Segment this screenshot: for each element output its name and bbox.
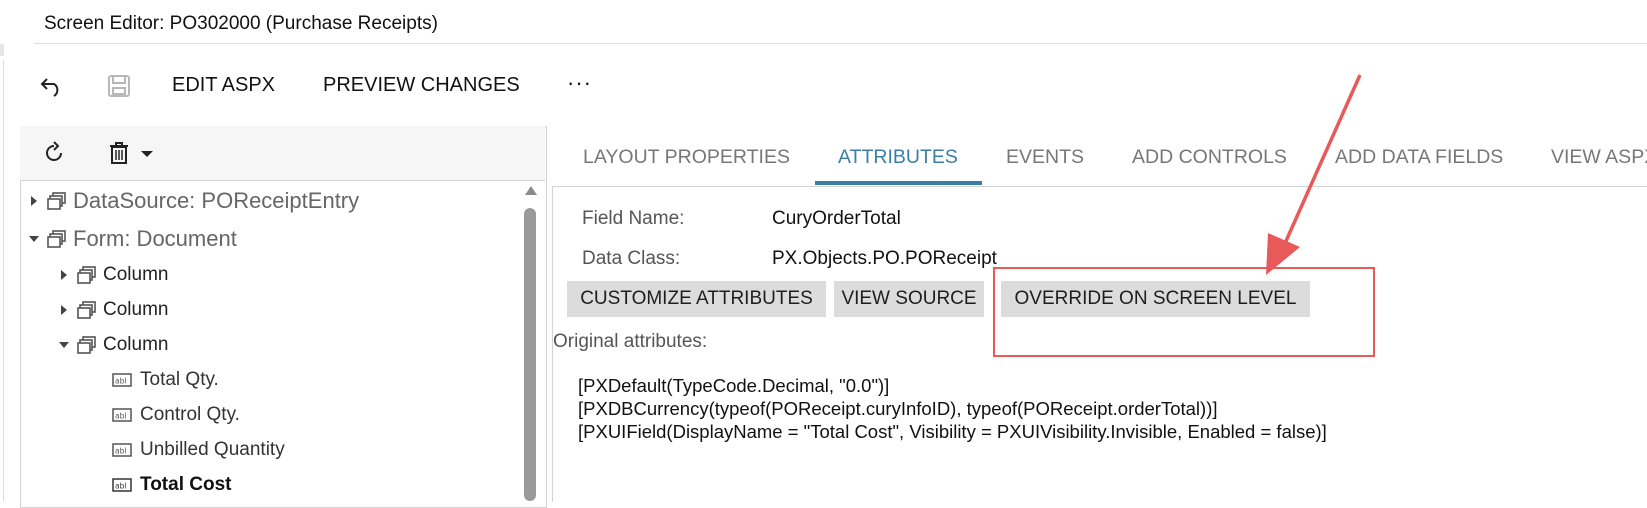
title-divider <box>34 43 1647 44</box>
tree-item-label: Total Qty. <box>140 369 219 390</box>
tree-item-label: Total Cost <box>140 474 232 495</box>
preview-changes-button[interactable]: PREVIEW CHANGES <box>323 74 520 97</box>
tree-item-field[interactable]: abl Unbilled Quantity <box>112 439 285 461</box>
view-source-button[interactable]: VIEW SOURCE <box>834 281 984 317</box>
tree-item-datasource[interactable]: DataSource: POReceiptEntry <box>27 188 359 214</box>
container-icon <box>77 266 96 284</box>
left-edge-marker <box>0 44 4 56</box>
annotation-arrow-icon <box>1266 74 1362 275</box>
text-field-icon: abl <box>112 478 132 492</box>
svg-text:abl: abl <box>115 377 126 386</box>
svg-text:abl: abl <box>115 482 126 491</box>
tree-item-form-document[interactable]: Form: Document <box>27 226 237 252</box>
tree-toolbar <box>20 126 545 181</box>
scroll-up-icon[interactable] <box>525 186 537 195</box>
caret-right-icon[interactable] <box>57 303 71 317</box>
tree-item-label: DataSource: POReceiptEntry <box>73 188 360 213</box>
tree-item-label: Form: Document <box>73 226 237 251</box>
left-edge-strip <box>0 60 4 501</box>
container-icon <box>47 230 66 248</box>
scrollbar-thumb[interactable] <box>524 208 536 501</box>
container-icon <box>77 336 96 354</box>
tree-item-field[interactable]: abl Total Qty. <box>112 369 219 391</box>
attribute-code-line: [PXUIField(DisplayName = "Total Cost", V… <box>578 421 1327 442</box>
tree-item-column[interactable]: Column <box>57 264 168 286</box>
tree-item-label: Column <box>103 299 169 320</box>
data-class-label: Data Class: <box>582 248 681 269</box>
tree-item-field-selected[interactable]: abl Total Cost <box>112 474 231 496</box>
attribute-code-line: [PXDBCurrency(typeof(POReceipt.curyInfoI… <box>578 398 1218 419</box>
tree-item-field[interactable]: abl Control Qty. <box>112 404 240 426</box>
more-options-button[interactable]: ··· <box>567 70 592 96</box>
tree-item-column[interactable]: Column <box>57 334 168 356</box>
container-icon <box>47 192 66 210</box>
field-name-value: CuryOrderTotal <box>772 208 901 229</box>
tree-item-column[interactable]: Column <box>57 299 168 321</box>
text-field-icon: abl <box>112 443 132 457</box>
customize-attributes-button[interactable]: CUSTOMIZE ATTRIBUTES <box>567 281 826 317</box>
caret-down-icon[interactable] <box>27 232 41 246</box>
text-field-icon: abl <box>112 408 132 422</box>
data-class-value: PX.Objects.PO.POReceipt <box>772 248 997 269</box>
refresh-icon[interactable] <box>40 139 68 167</box>
active-tab-indicator <box>815 181 982 185</box>
field-name-label: Field Name: <box>582 208 685 229</box>
tree-item-label: Control Qty. <box>140 404 240 425</box>
trash-icon[interactable] <box>106 139 132 167</box>
tree-item-label: Column <box>103 334 169 355</box>
text-field-icon: abl <box>112 373 132 387</box>
tab-view-aspx[interactable]: VIEW ASPX <box>1551 146 1647 169</box>
tab-attributes[interactable]: ATTRIBUTES <box>838 146 958 169</box>
caret-right-icon[interactable] <box>27 194 41 208</box>
tree-item-label: Column <box>103 264 169 285</box>
tab-layout-properties[interactable]: LAYOUT PROPERTIES <box>583 146 790 169</box>
svg-text:abl: abl <box>115 447 126 456</box>
original-attributes-label: Original attributes: <box>553 331 708 352</box>
caret-down-icon[interactable] <box>57 338 71 352</box>
tab-events[interactable]: EVENTS <box>1006 146 1084 169</box>
window-title: Screen Editor: PO302000 (Purchase Receip… <box>44 13 438 34</box>
caret-down-icon[interactable] <box>141 151 153 157</box>
save-icon[interactable] <box>103 70 135 102</box>
svg-text:abl: abl <box>115 412 126 421</box>
edit-aspx-button[interactable]: EDIT ASPX <box>172 74 275 97</box>
caret-right-icon[interactable] <box>57 268 71 282</box>
undo-icon[interactable] <box>36 70 68 102</box>
container-icon <box>77 301 96 319</box>
attribute-code-line: [PXDefault(TypeCode.Decimal, "0.0")] <box>578 375 890 396</box>
tree-item-label: Unbilled Quantity <box>140 439 285 460</box>
